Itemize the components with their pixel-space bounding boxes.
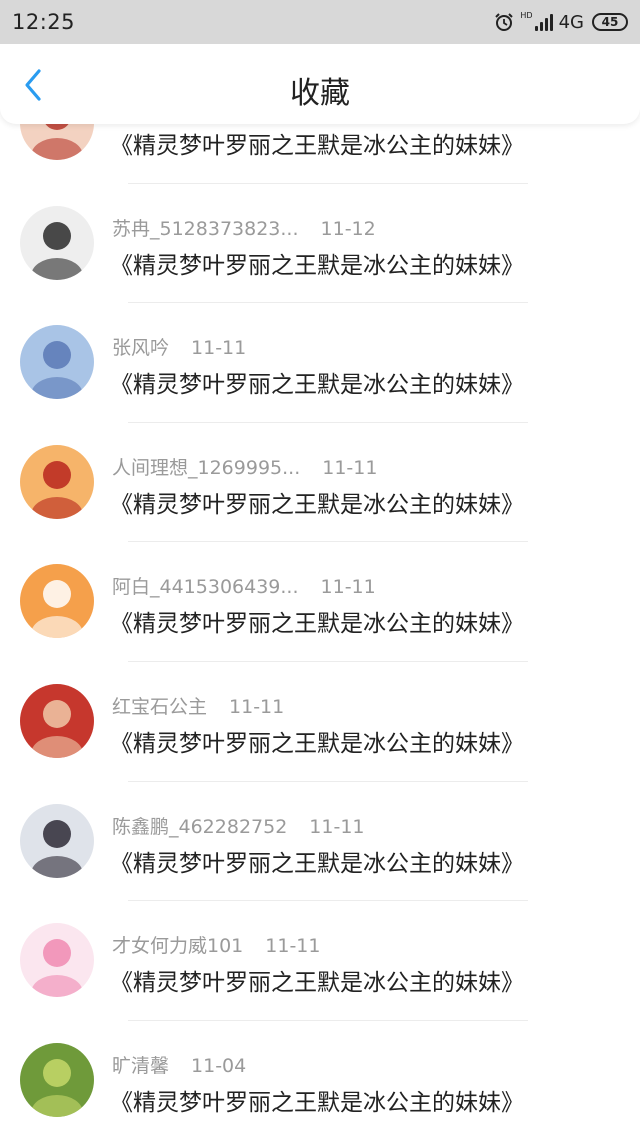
username[interactable]: 红宝石公主	[112, 696, 207, 718]
post-date: 11-11	[191, 337, 247, 360]
avatar[interactable]	[20, 923, 94, 998]
battery-icon: 45	[592, 13, 628, 31]
header: 收藏	[0, 44, 640, 124]
post-date: 11-04	[191, 1054, 247, 1077]
battery-level: 45	[601, 15, 619, 29]
item-title[interactable]: 《精灵梦叶罗丽之王默是冰公主的妹妹》	[110, 365, 524, 399]
list-item[interactable]: 旷清馨 11-04 《精灵梦叶罗丽之王默是冰公主的妹妹》	[0, 1021, 640, 1138]
post-date: 11-11	[265, 935, 321, 958]
avatar[interactable]	[20, 124, 94, 160]
post-date: 11-11	[320, 576, 376, 599]
post-date: 11-12	[320, 217, 376, 240]
post-date: 11-11	[322, 456, 378, 479]
post-date: 11-11	[309, 815, 365, 838]
item-meta: 红宝石公主 11-11	[112, 692, 284, 719]
item-meta: 张风吟 11-11	[112, 333, 246, 360]
avatar[interactable]	[20, 683, 94, 758]
item-title[interactable]: 《精灵梦叶罗丽之王默是冰公主的妹妹》	[110, 1083, 524, 1117]
list-item[interactable]: 《精灵梦叶罗丽之王默是冰公主的妹妹》	[0, 124, 640, 184]
avatar[interactable]	[20, 564, 94, 639]
username[interactable]: 旷清馨	[112, 1055, 169, 1077]
avatar[interactable]	[20, 803, 94, 878]
hd-indicator: HD	[520, 11, 533, 20]
item-meta: 陈鑫鹏_462282752 11-11	[112, 812, 365, 839]
avatar[interactable]	[20, 205, 94, 280]
signal-strength-icon	[534, 13, 553, 31]
network-type: 4G	[558, 11, 584, 33]
item-title[interactable]: 《精灵梦叶罗丽之王默是冰公主的妹妹》	[110, 963, 524, 997]
list-item[interactable]: 才女何力威101 11-11 《精灵梦叶罗丽之王默是冰公主的妹妹》	[0, 901, 640, 1021]
page-title: 收藏	[290, 76, 350, 111]
item-title[interactable]: 《精灵梦叶罗丽之王默是冰公主的妹妹》	[110, 485, 524, 519]
favorites-list[interactable]: 《精灵梦叶罗丽之王默是冰公主的妹妹》 苏冉_5128373823... 11-12 《…	[0, 124, 640, 1138]
list-item[interactable]: 张风吟 11-11 《精灵梦叶罗丽之王默是冰公主的妹妹》	[0, 303, 640, 423]
item-meta: 苏冉_5128373823... 11-12	[112, 214, 376, 241]
item-meta: 人间理想_1269995... 11-11	[112, 453, 377, 480]
item-title[interactable]: 《精灵梦叶罗丽之王默是冰公主的妹妹》	[110, 724, 524, 758]
status-bar: 12:25 HD 4G 45	[0, 0, 640, 44]
favorites-list-inner: 《精灵梦叶罗丽之王默是冰公主的妹妹》 苏冉_5128373823... 11-12 《…	[0, 124, 640, 1138]
avatar[interactable]	[20, 444, 94, 519]
list-item[interactable]: 红宝石公主 11-11 《精灵梦叶罗丽之王默是冰公主的妹妹》	[0, 662, 640, 782]
item-meta: 旷清馨 11-04	[112, 1051, 246, 1078]
item-title[interactable]: 《精灵梦叶罗丽之王默是冰公主的妹妹》	[110, 246, 524, 280]
item-title[interactable]: 《精灵梦叶罗丽之王默是冰公主的妹妹》	[110, 844, 524, 878]
username[interactable]: 苏冉_5128373823...	[112, 218, 299, 240]
username[interactable]: 才女何力威101	[112, 935, 243, 957]
avatar[interactable]	[20, 325, 94, 400]
status-icons: HD 4G 45	[494, 12, 628, 33]
username[interactable]: 人间理想_1269995...	[112, 457, 300, 479]
item-meta: 才女何力威101 11-11	[112, 931, 320, 958]
list-item[interactable]: 阿白_4415306439... 11-11 《精灵梦叶罗丽之王默是冰公主的妹妹》	[0, 542, 640, 662]
username[interactable]: 陈鑫鹏_462282752	[112, 816, 287, 838]
avatar[interactable]	[20, 1042, 94, 1117]
list-item[interactable]: 苏冉_5128373823... 11-12 《精灵梦叶罗丽之王默是冰公主的妹妹》	[0, 184, 640, 304]
status-time: 12:25	[12, 10, 76, 34]
username[interactable]: 阿白_4415306439...	[112, 576, 299, 598]
list-item[interactable]: 陈鑫鹏_462282752 11-11 《精灵梦叶罗丽之王默是冰公主的妹妹》	[0, 782, 640, 902]
alarm-clock-icon	[494, 12, 514, 32]
item-title[interactable]: 《精灵梦叶罗丽之王默是冰公主的妹妹》	[110, 604, 524, 638]
item-title[interactable]: 《精灵梦叶罗丽之王默是冰公主的妹妹》	[110, 126, 524, 160]
item-meta: 阿白_4415306439... 11-11	[112, 572, 376, 599]
list-item[interactable]: 人间理想_1269995... 11-11 《精灵梦叶罗丽之王默是冰公主的妹妹》	[0, 423, 640, 543]
username[interactable]: 张风吟	[112, 337, 169, 359]
post-date: 11-11	[229, 695, 285, 718]
